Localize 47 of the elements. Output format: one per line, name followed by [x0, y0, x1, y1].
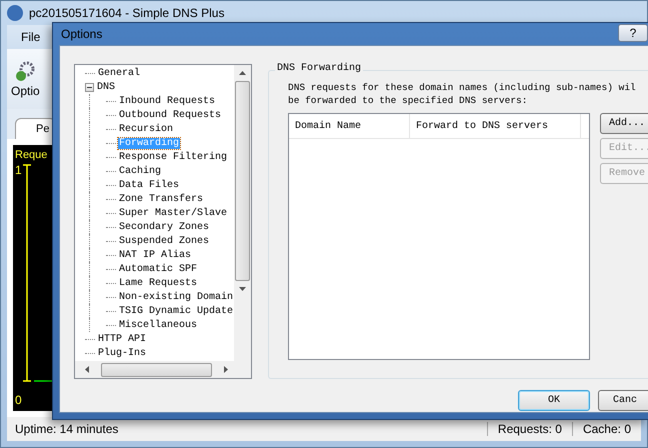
- tree-item[interactable]: Suspended Zones: [118, 236, 210, 246]
- window-title: pc201505171604 - Simple DNS Plus: [29, 6, 224, 20]
- tree-item[interactable]: Zone Transfers: [118, 194, 204, 204]
- horizontal-scrollbar[interactable]: [75, 361, 251, 378]
- gear-icon: [14, 60, 36, 82]
- column-header[interactable]: Domain Name: [289, 114, 410, 138]
- collapse-icon[interactable]: [85, 82, 94, 92]
- help-button[interactable]: ?: [618, 24, 648, 42]
- axis-label: 0: [15, 393, 22, 407]
- dialog-button[interactable]: OK: [518, 390, 590, 411]
- tree-item[interactable]: General: [97, 68, 142, 78]
- tree-item[interactable]: HTTP API: [97, 334, 148, 344]
- menu-item[interactable]: File: [15, 30, 46, 44]
- scroll-left-icon[interactable]: [85, 366, 89, 373]
- tree-item[interactable]: Lame Requests: [118, 278, 198, 288]
- dialog-button[interactable]: Canc: [598, 390, 648, 411]
- tree-item[interactable]: Outbound Requests: [118, 110, 222, 120]
- tree-item[interactable]: Non-existing Domain: [118, 292, 234, 302]
- graph-title: Reque: [15, 149, 48, 161]
- tree-item[interactable]: DNS: [96, 82, 116, 92]
- tree-item[interactable]: TSIG Dynamic Update: [118, 306, 234, 316]
- action-button[interactable]: Add...: [600, 113, 648, 134]
- tree-item[interactable]: Super Master/Slave: [118, 208, 228, 218]
- tree-item[interactable]: Recursion: [118, 124, 174, 134]
- tree-item[interactable]: Caching: [118, 166, 162, 176]
- vertical-scrollbar[interactable]: [234, 65, 251, 361]
- description-text: DNS requests for these domain names (including sub-names) wil be forwarded to the specified DNS servers:: [288, 81, 637, 107]
- tree-item[interactable]: NAT IP Alias: [118, 250, 192, 260]
- tree-item[interactable]: Response Filtering: [118, 152, 228, 162]
- scroll-right-icon[interactable]: [224, 366, 228, 373]
- toolbar-button[interactable]: Optio: [7, 60, 44, 98]
- group-title: DNS Forwarding: [275, 63, 364, 74]
- app-icon: [7, 5, 23, 21]
- scroll-down-icon[interactable]: [239, 287, 246, 291]
- axis-label: 1: [15, 163, 22, 177]
- tree-item[interactable]: Data Files: [118, 180, 180, 190]
- tree-item[interactable]: Miscellaneous: [118, 320, 198, 330]
- tree-item[interactable]: Automatic SPF: [118, 264, 198, 274]
- status-text: Requests: 0: [486, 422, 572, 436]
- dialog-title: Options: [60, 27, 102, 41]
- status-text: Cache: 0: [572, 422, 641, 436]
- tree-item[interactable]: Secondary Zones: [118, 222, 210, 232]
- status-text: Uptime: 14 minutes: [14, 422, 120, 436]
- tree-item[interactable]: Plug-Ins: [97, 348, 148, 358]
- tree-item[interactable]: Inbound Requests: [118, 96, 216, 106]
- column-header[interactable]: Forward to DNS servers: [410, 114, 581, 138]
- scroll-up-icon[interactable]: [239, 71, 246, 75]
